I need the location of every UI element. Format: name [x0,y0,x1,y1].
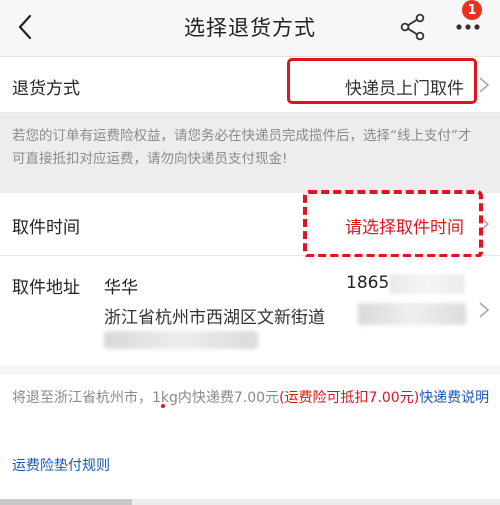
notice-banner: 若您的订单有运费险权益，请您务必在快递员完成揽件后，选择“线上支付”才可直接抵扣… [0,113,500,193]
chevron-right-icon [479,77,490,93]
fee-explanation-link[interactable]: 快递费说明 [419,390,489,406]
phone-redaction [389,274,465,294]
pickup-address-label: 取件地址 [12,278,80,298]
fee-text: 将退至浙江省杭州市，1kg内快递费7.00元 [12,390,280,406]
contact-name: 华华 [104,278,138,298]
more-dots-icon [456,24,480,30]
insurance-deduction-text: (运费险可抵扣7.00元) [279,390,420,406]
contact-phone: 1865 [346,273,390,293]
top-nav-bar: 选择退货方式 1 [0,0,500,57]
pickup-time-label: 取件时间 [12,218,80,238]
fee-info: 将退至浙江省杭州市，1kg内快递费7.00元(运费险可抵扣7.00元)快递费说明 [12,387,490,410]
share-button[interactable] [396,10,430,44]
address-text: 浙江省杭州市西湖区文新街道 [104,308,325,328]
address-redaction [358,303,466,325]
insurance-rules-link[interactable]: 运费险垫付规则 [12,455,110,475]
bottom-strip-segment [0,499,132,505]
pickup-address-row[interactable]: 取件地址 华华 1865 浙江省杭州市西湖区文新街道 [0,257,500,365]
notification-badge: 1 [462,0,482,20]
address-redaction-line2 [104,331,258,349]
notice-text: 若您的订单有运费险权益，请您务必在快递员完成揽件后，选择“线上支付”才可直接抵扣… [12,128,472,167]
section-divider [0,365,500,375]
return-method-label: 退货方式 [12,79,80,99]
chevron-right-icon [479,302,490,318]
return-method-page: 选择退货方式 1 退货方式 快递员上门取件 若您的订单有运费险权益，请您务必在快… [0,0,500,505]
share-icon [400,13,425,41]
red-dot-marker [161,404,165,408]
highlight-box-pickup-time [303,190,483,258]
highlight-box-return-method [287,58,477,104]
